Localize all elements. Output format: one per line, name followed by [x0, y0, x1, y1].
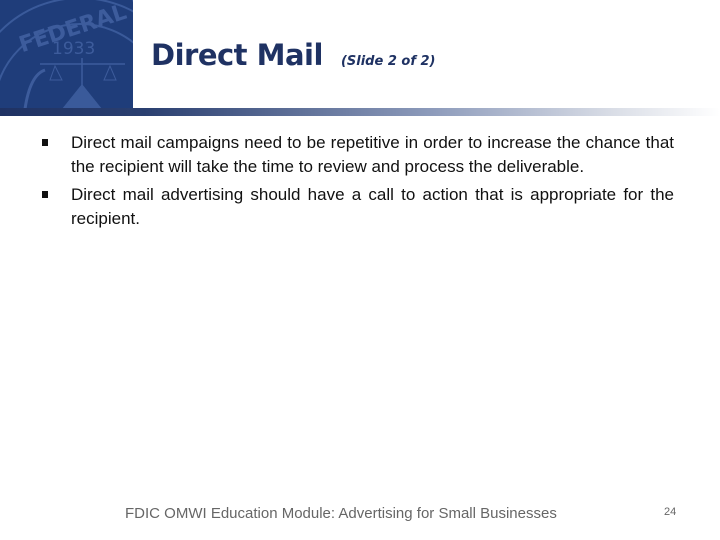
seal-year: 1933: [52, 39, 95, 59]
footer-text: FDIC OMWI Education Module: Advertising …: [125, 505, 557, 522]
slide-title: Direct Mail: [151, 38, 323, 72]
square-bullet-icon: [42, 139, 48, 146]
fdic-seal-logo: FEDERAL DEP 1933: [0, 0, 133, 109]
slide-subtitle: (Slide 2 of 2): [340, 54, 436, 69]
slide-header: Direct Mail (Slide 2 of 2): [151, 38, 436, 72]
bullet-list: Direct mail campaigns need to be repetit…: [42, 131, 674, 235]
bullet-item: Direct mail campaigns need to be repetit…: [42, 131, 674, 178]
square-bullet-icon: [42, 191, 48, 198]
bullet-text: Direct mail campaigns need to be repetit…: [71, 133, 674, 176]
header-divider: [0, 108, 720, 116]
bullet-text: Direct mail advertising should have a ca…: [71, 185, 674, 228]
page-number: 24: [664, 506, 677, 518]
seal-emblem-icon: FEDERAL DEP 1933: [0, 0, 133, 109]
bullet-item: Direct mail advertising should have a ca…: [42, 183, 674, 230]
